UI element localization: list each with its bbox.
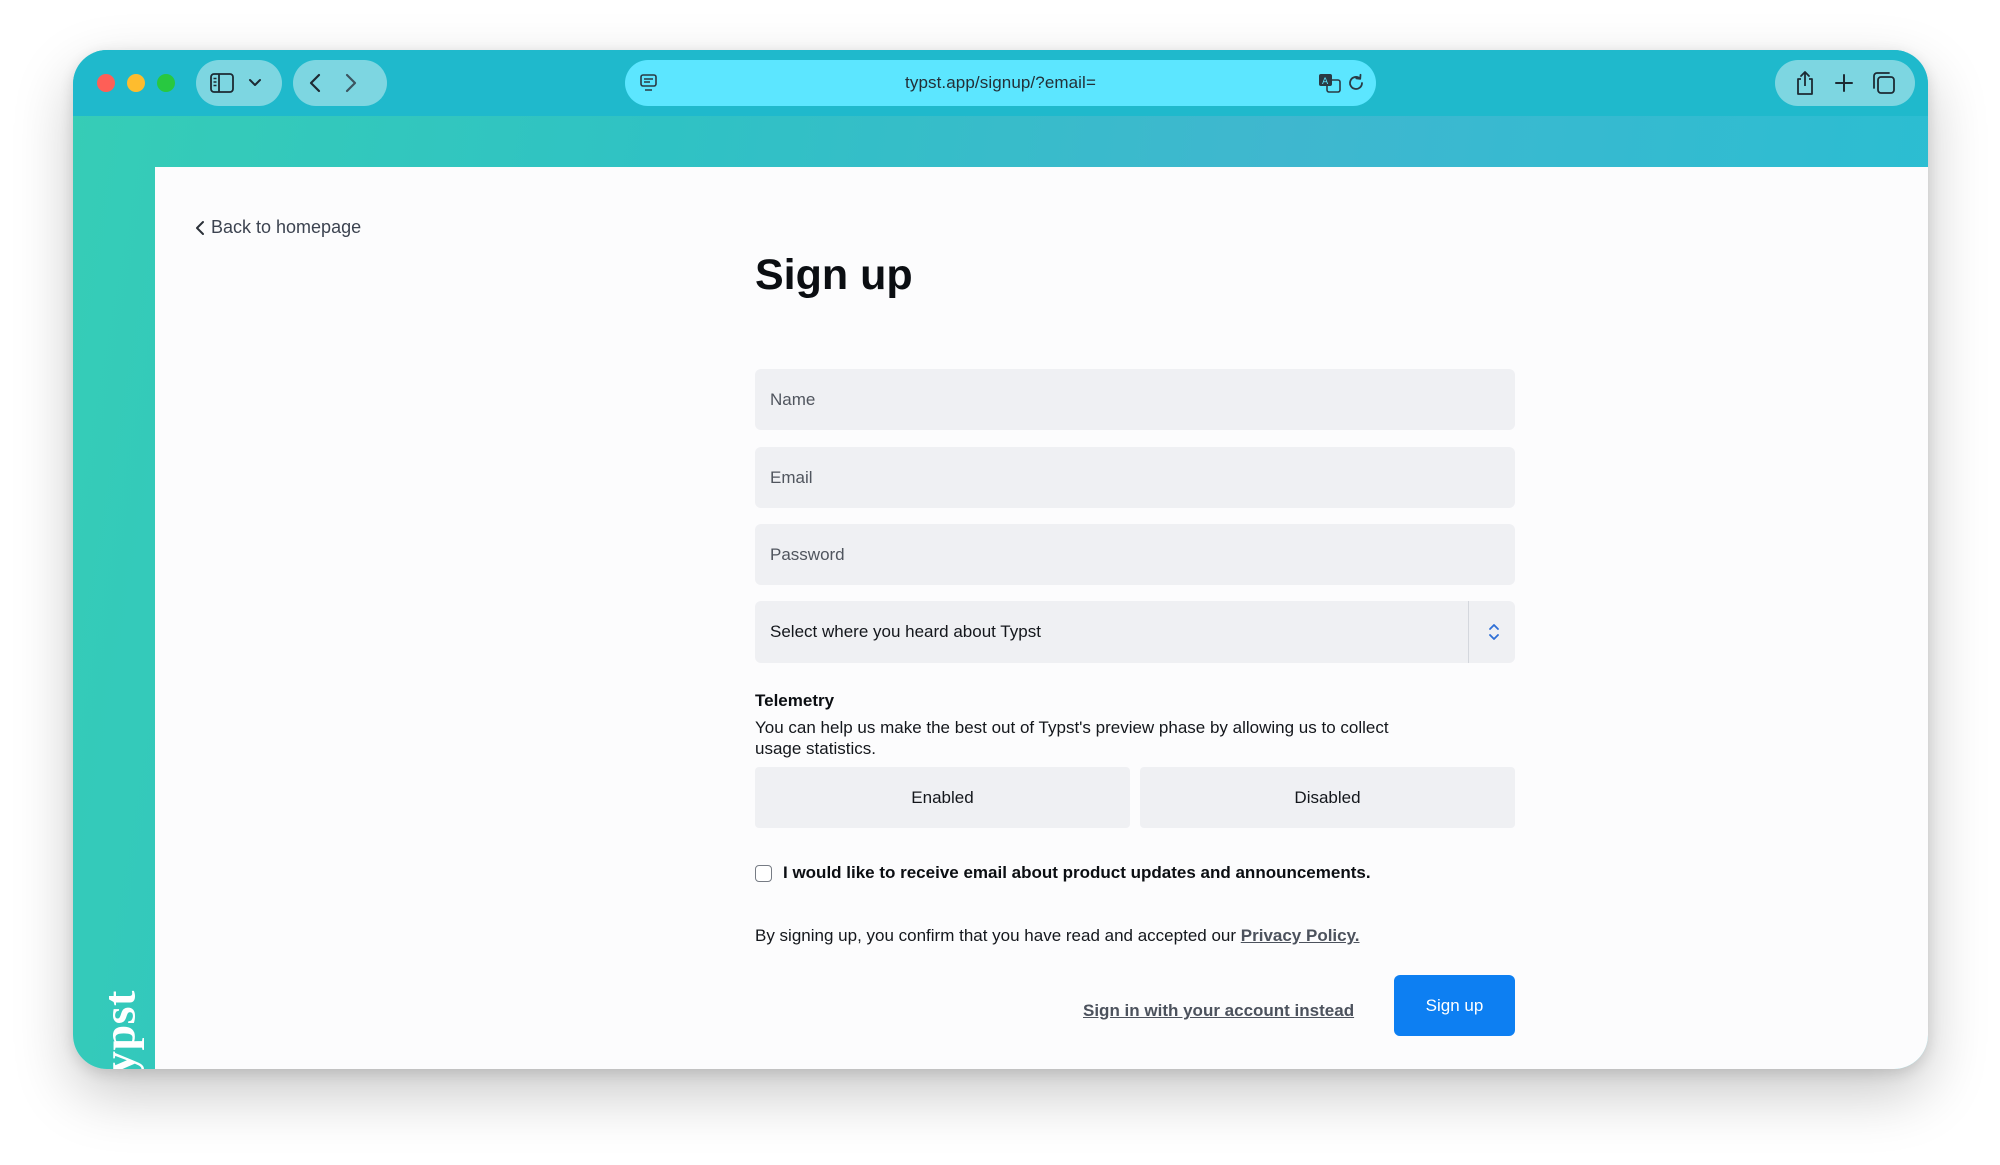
reload-icon[interactable] — [1346, 73, 1366, 93]
telemetry-description: You can help us make the best out of Typ… — [755, 718, 1389, 758]
translate-icon[interactable]: A — [1318, 72, 1342, 94]
newsletter-option[interactable]: I would like to receive email about prod… — [755, 863, 1371, 883]
browser-window: typst.app/signup/?email= A typst Back to… — [73, 50, 1928, 1069]
sign-in-instead-link[interactable]: Sign in with your account instead — [1083, 1001, 1354, 1021]
newsletter-checkbox[interactable] — [755, 864, 772, 882]
address-bar[interactable]: typst.app/signup/?email= A — [625, 60, 1376, 106]
browser-actions — [1775, 60, 1915, 106]
sign-up-button[interactable]: Sign up — [1394, 975, 1515, 1036]
privacy-consent: By signing up, you confirm that you have… — [755, 926, 1360, 946]
telemetry-heading: Telemetry — [755, 691, 835, 710]
navigation-controls — [293, 60, 387, 106]
back-to-homepage-link[interactable]: Back to homepage — [195, 217, 361, 238]
close-window-button[interactable] — [97, 74, 115, 92]
sidebar-icon — [210, 73, 234, 93]
password-field[interactable] — [755, 524, 1515, 585]
svg-text:A: A — [1322, 77, 1329, 87]
minimize-window-button[interactable] — [127, 74, 145, 92]
chevron-up-down-icon — [1489, 624, 1499, 640]
page-title: Sign up — [755, 251, 913, 299]
consent-text: By signing up, you confirm that you have… — [755, 926, 1237, 945]
browser-titlebar: typst.app/signup/?email= A — [73, 50, 1928, 116]
forward-arrow-icon[interactable] — [344, 73, 358, 93]
telemetry-disabled-button[interactable]: Disabled — [1140, 767, 1515, 828]
sidebar-toggle-button[interactable] — [196, 60, 282, 106]
share-icon[interactable] — [1794, 70, 1816, 96]
tabs-overview-icon[interactable] — [1872, 71, 1896, 95]
page-icon[interactable] — [639, 73, 659, 93]
telemetry-enabled-button[interactable]: Enabled — [755, 767, 1130, 828]
back-link-label: Back to homepage — [211, 217, 362, 237]
referral-select-value: Select where you heard about Typst — [770, 622, 1041, 641]
select-divider — [1468, 601, 1469, 663]
newsletter-label: I would like to receive email about prod… — [783, 863, 1371, 882]
chevron-down-icon[interactable] — [248, 78, 262, 88]
page-content: Back to homepage Sign up Select where yo… — [155, 167, 1928, 1069]
zoom-window-button[interactable] — [157, 74, 175, 92]
privacy-policy-link[interactable]: Privacy Policy. — [1241, 926, 1360, 945]
url-text: typst.app/signup/?email= — [905, 73, 1096, 92]
chevron-left-icon — [196, 220, 204, 235]
referral-select[interactable]: Select where you heard about Typst — [755, 601, 1515, 663]
name-field[interactable] — [755, 369, 1515, 430]
new-tab-icon[interactable] — [1834, 73, 1854, 93]
typst-logo[interactable]: typst — [81, 980, 157, 1069]
back-arrow-icon[interactable] — [308, 73, 322, 93]
email-field[interactable] — [755, 447, 1515, 508]
